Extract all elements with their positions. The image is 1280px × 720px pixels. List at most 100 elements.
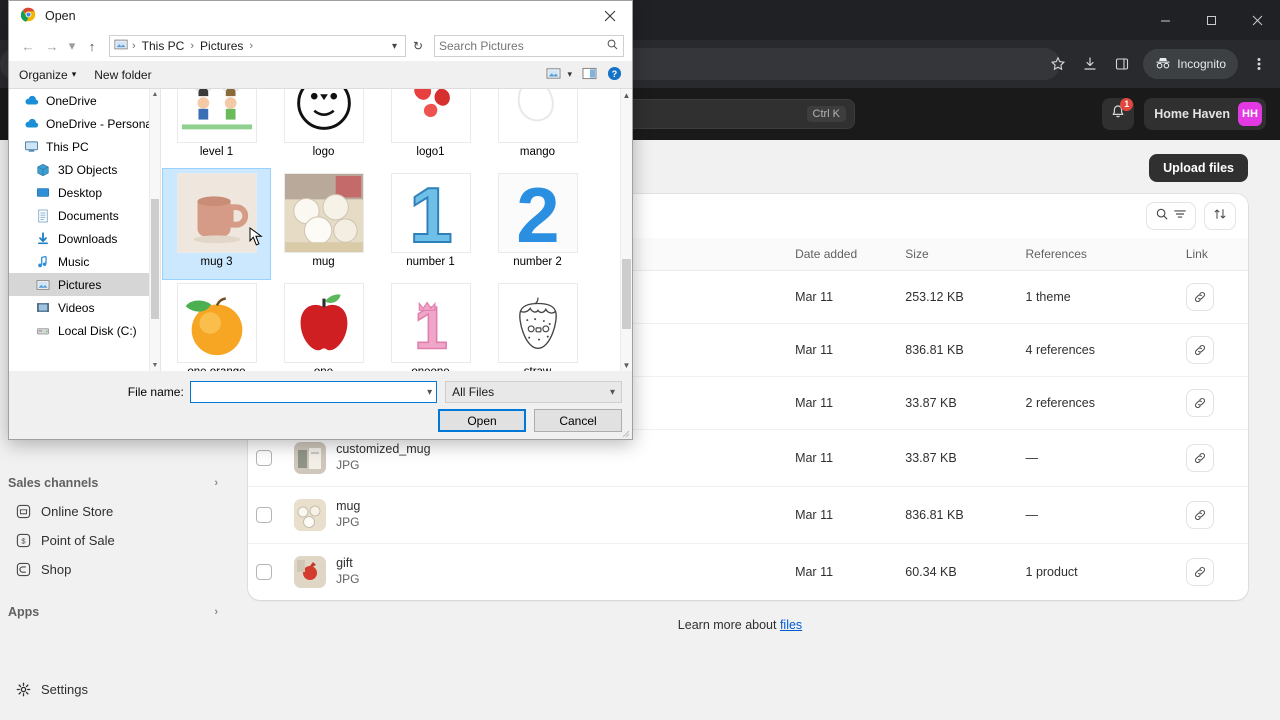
breadcrumb[interactable]: Pictures — [198, 39, 245, 53]
tree-scrollbar-thumb[interactable] — [151, 199, 159, 319]
tree-item-music[interactable]: Music — [9, 250, 160, 273]
link-icon[interactable] — [1185, 444, 1214, 472]
arrow-up-icon[interactable]: ↑ — [81, 35, 103, 57]
arrow-right-icon[interactable]: → — [41, 35, 63, 57]
link-icon[interactable] — [1185, 501, 1214, 529]
resize-grip[interactable] — [620, 428, 630, 438]
row-checkbox[interactable] — [256, 507, 272, 523]
file-grid-scrollbar[interactable]: ▲ ▼ — [620, 89, 632, 371]
sidebar-item-settings[interactable]: Settings — [8, 675, 224, 703]
row-link-cell[interactable] — [1177, 270, 1248, 324]
link-icon[interactable] — [1185, 558, 1214, 586]
scroll-up-arrow-icon[interactable]: ▲ — [621, 89, 632, 101]
row-link-cell[interactable] — [1177, 323, 1248, 377]
tree-scrollbar[interactable]: ▲ ▼ — [149, 89, 160, 371]
row-link-cell[interactable] — [1177, 486, 1248, 544]
chevron-down-icon[interactable]: ▾ — [388, 41, 401, 52]
files-help-link[interactable]: files — [780, 618, 802, 632]
file-item-one-orange[interactable]: one orange — [163, 279, 270, 371]
sidebar-item-shop[interactable]: Shop — [8, 555, 224, 583]
minimize-icon[interactable] — [1142, 0, 1188, 40]
address-breadcrumb-bar[interactable]: › This PC › Pictures › ▾ — [109, 35, 406, 57]
videos-icon — [35, 300, 51, 316]
tree-item-this-pc[interactable]: This PC — [9, 135, 160, 158]
table-row[interactable]: gift JPG Mar 11 60.34 KB 1 product — [248, 544, 1248, 601]
help-icon[interactable]: ? — [607, 66, 622, 84]
file-item-one[interactable]: one — [270, 279, 377, 371]
filetype-select[interactable]: All Files ▾ — [445, 381, 622, 403]
search-icon — [1155, 207, 1169, 226]
row-link-cell[interactable] — [1177, 376, 1248, 430]
incognito-indicator[interactable]: Incognito — [1143, 49, 1238, 79]
chevron-down-icon[interactable]: ▾ — [65, 35, 79, 57]
file-grid-scrollbar-thumb[interactable] — [622, 259, 631, 329]
breadcrumb[interactable]: This PC — [140, 39, 187, 53]
link-icon[interactable] — [1185, 336, 1214, 364]
filename-input[interactable]: ▾ — [189, 381, 438, 403]
arrow-left-icon[interactable]: ← — [17, 35, 39, 57]
file-item-mango[interactable]: mango — [484, 89, 591, 169]
file-item-mug[interactable]: mug — [270, 169, 377, 279]
link-icon[interactable] — [1185, 389, 1214, 417]
svg-text:1: 1 — [409, 173, 452, 253]
close-icon[interactable] — [1234, 0, 1280, 40]
file-item-number-1[interactable]: 1 number 1 — [377, 169, 484, 279]
sidebar-group-sales-channels[interactable]: Sales channels › — [0, 470, 232, 496]
row-checkbox-cell[interactable] — [248, 486, 287, 544]
search-filter-button[interactable] — [1146, 202, 1196, 230]
file-item-number-2[interactable]: 2 number 2 — [484, 169, 591, 279]
store-account-button[interactable]: Home Haven HH — [1144, 98, 1266, 130]
row-date: Mar 11 — [787, 323, 898, 377]
cancel-button[interactable]: Cancel — [534, 409, 622, 432]
sidebar-item-online-store[interactable]: Online Store — [8, 497, 224, 525]
tree-item-pictures[interactable]: Pictures — [9, 273, 160, 296]
star-icon[interactable] — [1043, 49, 1073, 79]
new-folder-button[interactable]: New folder — [94, 68, 151, 82]
row-link-cell[interactable] — [1177, 429, 1248, 487]
sort-button[interactable] — [1204, 202, 1236, 230]
close-icon[interactable] — [588, 1, 632, 31]
file-item-mug-3[interactable]: mug 3 — [162, 168, 271, 280]
chevron-down-icon[interactable]: ▾ — [427, 387, 432, 398]
row-date: Mar 11 — [795, 565, 834, 579]
preview-pane-icon[interactable] — [582, 67, 597, 83]
tree-item-videos[interactable]: Videos — [9, 296, 160, 319]
tree-item-onedrive-personal[interactable]: OneDrive - Personal — [9, 112, 160, 135]
row-checkbox[interactable] — [256, 450, 272, 466]
row-link-cell[interactable] — [1178, 544, 1248, 601]
tree-item-documents[interactable]: Documents — [9, 204, 160, 227]
sidebar-item-point-of-sale[interactable]: $ Point of Sale — [8, 526, 224, 554]
breadcrumb-separator: › — [190, 40, 195, 52]
tree-item-downloads[interactable]: Downloads — [9, 227, 160, 250]
download-icon[interactable] — [1075, 49, 1105, 79]
view-options-button[interactable]: ▾ — [546, 67, 572, 83]
row-checkbox[interactable] — [256, 564, 272, 580]
scroll-down-arrow-icon[interactable]: ▼ — [621, 359, 632, 371]
sidebar-group-apps[interactable]: Apps › — [0, 599, 232, 625]
file-item-oneone[interactable]: 1 oneone — [377, 279, 484, 371]
tree-item-onedrive[interactable]: OneDrive — [9, 89, 160, 112]
sidebar-group-label: Apps — [8, 605, 40, 619]
link-icon[interactable] — [1185, 283, 1214, 311]
scroll-up-arrow-icon[interactable]: ▲ — [150, 89, 160, 100]
search-input[interactable]: Search Pictures — [434, 35, 624, 57]
file-item-level-1[interactable]: level 1 — [163, 89, 270, 169]
file-item-straw[interactable]: straw — [484, 279, 591, 371]
organize-button[interactable]: Organize ▾ — [19, 68, 76, 82]
notifications-button[interactable]: 1 — [1102, 98, 1135, 130]
file-item-logo1[interactable]: logo1 — [377, 89, 484, 169]
sidebar-item-label: Point of Sale — [41, 532, 115, 548]
upload-files-button[interactable]: Upload files — [1149, 154, 1248, 182]
row-checkbox-cell[interactable] — [248, 544, 286, 601]
file-item-logo[interactable]: logo — [270, 89, 377, 169]
open-button[interactable]: Open — [438, 409, 526, 432]
tree-item-local-disk-c[interactable]: Local Disk (C:) — [9, 319, 160, 342]
refresh-icon[interactable]: ↻ — [408, 35, 428, 57]
table-row[interactable]: mug JPG Mar 11 836.81 KB — — [248, 486, 1248, 544]
scroll-down-arrow-icon[interactable]: ▼ — [150, 360, 160, 371]
tree-item-3d-objects[interactable]: 3D Objects — [9, 158, 160, 181]
side-panel-icon[interactable] — [1107, 49, 1137, 79]
tree-item-desktop[interactable]: Desktop — [9, 181, 160, 204]
maximize-icon[interactable] — [1188, 0, 1234, 40]
three-dot-menu-icon[interactable] — [1244, 49, 1274, 79]
